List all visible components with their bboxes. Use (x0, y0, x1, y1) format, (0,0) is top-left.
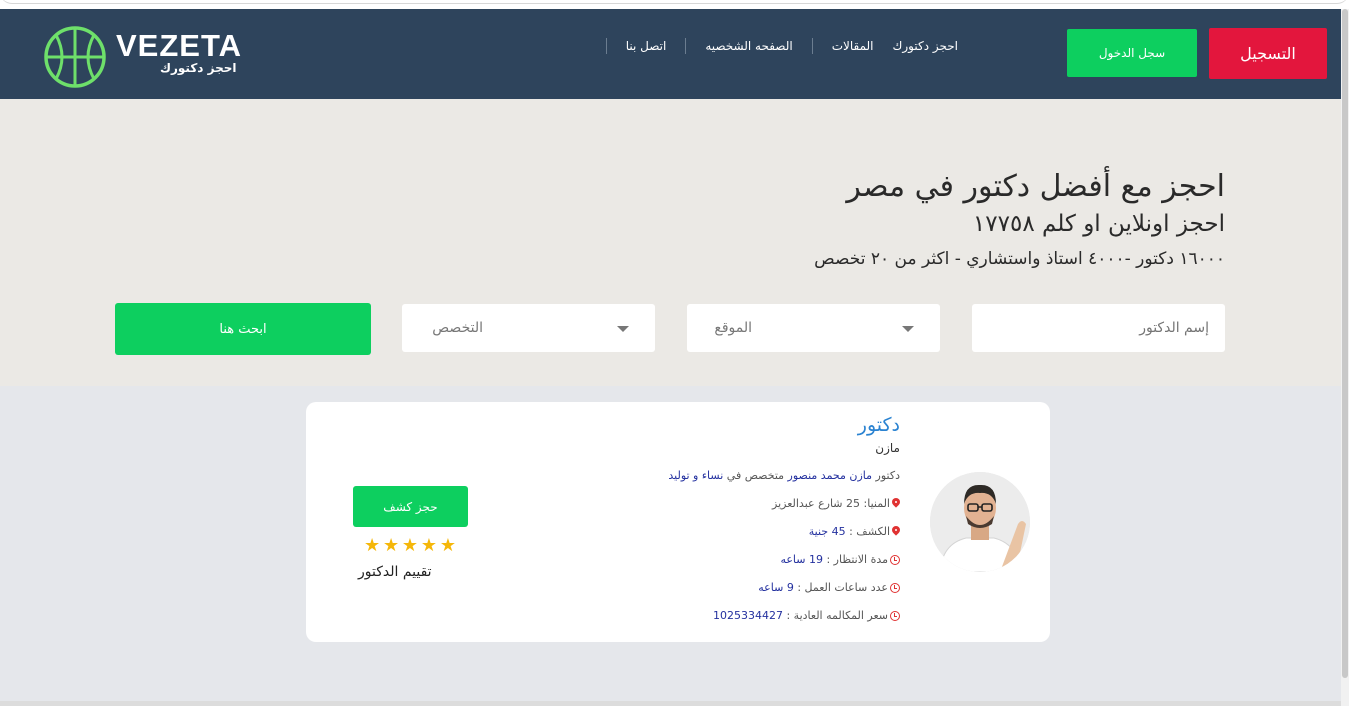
phone-label: سعر المكالمه العادية : (786, 609, 888, 622)
doctor-card: دكتور مازن دكتور مازن محمد منصور متخصص ف… (306, 402, 1050, 642)
map-pin-icon (892, 526, 900, 537)
doctor-working-hours: عدد ساعات العمل : 9 ساعه (758, 581, 900, 594)
nav-link-profile[interactable]: الصفحه الشخصيه (685, 38, 811, 54)
scrollbar-thumb[interactable] (1342, 9, 1348, 678)
logo-title: VEZETA (116, 28, 242, 63)
doctor-phone: سعر المكالمه العادية : 1025334427 (713, 609, 900, 622)
doctor-photo (930, 472, 1030, 572)
fee-value: 45 جنية (808, 525, 846, 538)
star-icon: ★ (401, 535, 419, 556)
site-logo[interactable]: VEZETA احجز دكتورك (44, 26, 244, 88)
fee-label: الكشف : (849, 525, 890, 538)
doctor-wait-time: مدة الانتظار : 19 ساعه (780, 553, 900, 566)
doctor-fee: الكشف : 45 جنية (809, 525, 900, 538)
rating-label: تقييم الدكتور (358, 564, 432, 580)
hero-section: احجز مع أفضل دكتور في مصر احجز اونلاين ا… (0, 99, 1341, 386)
clock-icon (890, 582, 900, 593)
map-pin-icon (892, 498, 900, 509)
search-button[interactable]: ابحث هنا (115, 303, 371, 355)
rating-stars: ★ ★ ★ ★ ★ (364, 537, 456, 555)
clock-icon (890, 554, 900, 565)
doctor-name-input[interactable] (972, 304, 1225, 352)
wait-label: مدة الانتظار : (826, 553, 888, 566)
hero-title: احجز مع أفضل دكتور في مصر (846, 169, 1225, 204)
hero-stats: ١٦٠٠٠ دكتور -٤٠٠٠ استاذ واستشاري - اكثر … (814, 249, 1225, 269)
star-icon: ★ (382, 535, 400, 556)
doctor-address: المنيا: 25 شارع عبدالعزيز (772, 497, 900, 510)
nav-link-contact[interactable]: اتصل بنا (605, 38, 686, 54)
doctor-avatar (930, 472, 1030, 572)
star-icon: ★ (364, 535, 381, 556)
nav-link-book-doctor[interactable]: احجز دكتورك (893, 38, 978, 54)
hero-subtitle: احجز اونلاين او كلم ١٧٧٥٨ (972, 211, 1225, 237)
chevron-down-icon (617, 326, 629, 332)
nav-links: اتصل بنا الصفحه الشخصيه المقالات احجز دك… (605, 35, 978, 57)
specialty-select[interactable]: التخصص (402, 304, 655, 352)
wait-value: 19 ساعه (780, 553, 823, 566)
login-button[interactable]: سجل الدخول (1067, 29, 1197, 77)
desc-prefix: دكتور (875, 469, 900, 482)
navbar: VEZETA احجز دكتورك اتصل بنا الصفحه الشخص… (0, 9, 1341, 99)
book-appointment-button[interactable]: حجز كشف (353, 486, 468, 527)
nav-link-articles[interactable]: المقالات (811, 38, 893, 54)
star-icon: ★ (439, 535, 456, 556)
clock-icon (890, 610, 900, 621)
star-icon: ★ (420, 535, 437, 556)
desc-mid: متخصص في (726, 469, 785, 482)
logo-subtitle: احجز دكتورك (160, 61, 237, 75)
phone-value: 1025334427 (712, 609, 783, 622)
doctor-full-name: مازن محمد منصور (787, 469, 873, 482)
doctor-title[interactable]: دكتور (858, 414, 900, 436)
hours-value: 9 ساعه (758, 581, 794, 594)
register-button[interactable]: التسجيل (1209, 28, 1327, 79)
doctor-name: مازن (875, 441, 900, 455)
specialty-select-label: التخصص (432, 320, 483, 336)
location-select-label: الموقع (714, 320, 752, 336)
location-select[interactable]: الموقع (687, 304, 940, 352)
chevron-down-icon (902, 326, 914, 332)
hours-label: عدد ساعات العمل : (797, 581, 888, 594)
browser-top-strip (0, 0, 1349, 9)
bottom-strip (0, 701, 1341, 706)
doctor-description: دكتور مازن محمد منصور متخصص في نساء و تو… (668, 469, 900, 482)
address-text: المنيا: 25 شارع عبدالعزيز (772, 497, 890, 510)
basketball-logo-icon (44, 26, 106, 88)
doctor-specialty: نساء و توليد (668, 469, 724, 482)
